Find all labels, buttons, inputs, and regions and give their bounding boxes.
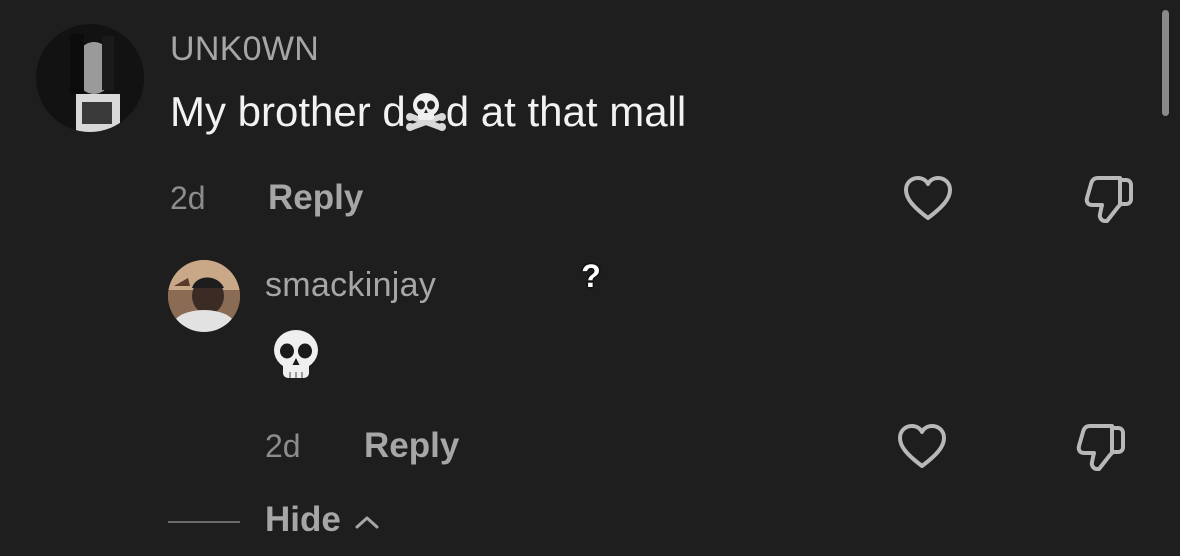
reply-dislike-button[interactable]: [1074, 418, 1130, 474]
reply-timestamp: 2d: [265, 428, 301, 464]
comment-text-start: My brother d: [170, 88, 406, 135]
dislike-button[interactable]: [1082, 170, 1138, 226]
comment-text-end: d at that mall: [445, 88, 687, 135]
reply-username[interactable]: smackinjay: [265, 266, 436, 305]
heart-icon: [904, 176, 952, 220]
skull-icon: [270, 328, 322, 384]
heart-icon: [898, 424, 946, 468]
scrollbar[interactable]: [1162, 10, 1169, 116]
like-button[interactable]: [900, 172, 956, 228]
avatar-image: [36, 24, 144, 132]
reply-like-button[interactable]: [894, 420, 950, 476]
reply-avatar-image: [168, 260, 240, 332]
comment-text: My brother d d at that mall: [170, 88, 686, 137]
reply-avatar[interactable]: [168, 260, 240, 332]
chevron-up-icon: [355, 516, 379, 529]
hide-replies-button[interactable]: Hide: [265, 500, 381, 540]
comments-panel: UNK0WN My brother d d at that mall 2d Re…: [0, 0, 1180, 556]
skull-crossbones-icon: [404, 89, 448, 133]
thumbs-down-icon: [1084, 176, 1133, 223]
comment-username[interactable]: UNK0WN: [170, 30, 319, 69]
reply-button[interactable]: Reply: [268, 178, 363, 218]
avatar[interactable]: [36, 24, 144, 132]
thumbs-down-icon: [1076, 424, 1125, 471]
thread-divider: [168, 521, 240, 523]
question-mark-overlay: ?: [581, 258, 601, 294]
hide-replies-label: Hide: [265, 500, 341, 539]
comment-timestamp: 2d: [170, 180, 206, 216]
reply-to-reply-button[interactable]: Reply: [364, 426, 459, 466]
